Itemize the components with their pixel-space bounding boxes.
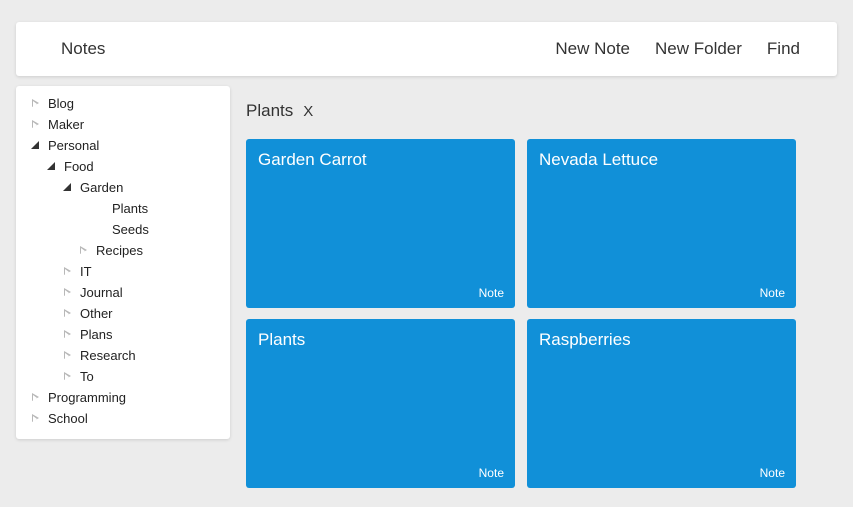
tree-item-label: Plans <box>75 324 113 345</box>
triangle-right-icon[interactable] <box>30 408 43 429</box>
tree-item-recipes[interactable]: Recipes <box>16 240 230 261</box>
tree-item-garden[interactable]: Garden <box>16 177 230 198</box>
tree-item-journal[interactable]: Journal <box>16 282 230 303</box>
tree-item-label: Personal <box>43 135 99 156</box>
app-title: Notes <box>61 22 105 76</box>
tree-item-school[interactable]: School <box>16 408 230 429</box>
tree-item-label: Plants <box>107 198 148 219</box>
triangle-right-icon[interactable] <box>62 303 75 324</box>
new-note-button[interactable]: New Note <box>555 22 630 76</box>
note-card-type-badge: Note <box>760 286 785 300</box>
triangle-right-icon[interactable] <box>62 345 75 366</box>
triangle-right-icon[interactable] <box>30 114 43 135</box>
triangle-right-icon[interactable] <box>62 324 75 345</box>
top-bar-actions: New Note New Folder Find <box>555 22 800 76</box>
note-card[interactable]: Nevada Lettuce Note <box>527 139 796 308</box>
note-card[interactable]: Garden Carrot Note <box>246 139 515 308</box>
triangle-right-icon[interactable] <box>62 282 75 303</box>
triangle-down-icon[interactable] <box>62 177 75 198</box>
tree-item-label: Garden <box>75 177 123 198</box>
new-folder-button[interactable]: New Folder <box>655 22 742 76</box>
triangle-right-icon[interactable] <box>62 261 75 282</box>
tree-item-label: Food <box>59 156 94 177</box>
tree-item-plants[interactable]: Plants <box>16 198 230 219</box>
note-card-type-badge: Note <box>760 466 785 480</box>
tree-item-label: To <box>75 366 94 387</box>
tree-spacer <box>94 219 107 240</box>
note-card[interactable]: Raspberries Note <box>527 319 796 488</box>
tree-item-label: Journal <box>75 282 123 303</box>
tree-item-other[interactable]: Other <box>16 303 230 324</box>
tree-item-label: Other <box>75 303 113 324</box>
folder-tree-panel: BlogMakerPersonalFoodGardenPlantsSeedsRe… <box>16 86 230 439</box>
tree-item-label: IT <box>75 261 92 282</box>
tree-spacer <box>94 198 107 219</box>
tree-item-label: Blog <box>43 93 74 114</box>
triangle-right-icon[interactable] <box>30 387 43 408</box>
find-button[interactable]: Find <box>767 22 800 76</box>
note-card-title: Nevada Lettuce <box>539 150 658 170</box>
triangle-down-icon[interactable] <box>46 156 59 177</box>
tree-item-plans[interactable]: Plans <box>16 324 230 345</box>
breadcrumb: Plants X <box>246 100 313 122</box>
note-card-type-badge: Note <box>479 466 504 480</box>
tree-item-label: School <box>43 408 88 429</box>
tree-item-maker[interactable]: Maker <box>16 114 230 135</box>
tree-item-seeds[interactable]: Seeds <box>16 219 230 240</box>
triangle-right-icon[interactable] <box>30 93 43 114</box>
note-card-title: Garden Carrot <box>258 150 367 170</box>
tree-item-food[interactable]: Food <box>16 156 230 177</box>
triangle-down-icon[interactable] <box>30 135 43 156</box>
tree-item-it[interactable]: IT <box>16 261 230 282</box>
close-icon[interactable]: X <box>303 101 313 123</box>
tree-item-personal[interactable]: Personal <box>16 135 230 156</box>
tree-item-blog[interactable]: Blog <box>16 93 230 114</box>
tree-item-to[interactable]: To <box>16 366 230 387</box>
tree-item-label: Maker <box>43 114 84 135</box>
tree-item-research[interactable]: Research <box>16 345 230 366</box>
top-bar: Notes New Note New Folder Find <box>16 22 837 76</box>
note-card-grid: Garden CarrotNoteNevada LettuceNotePlant… <box>246 139 796 488</box>
tree-item-label: Programming <box>43 387 126 408</box>
tree-item-label: Research <box>75 345 136 366</box>
content-area: Plants X Garden CarrotNoteNevada Lettuce… <box>246 86 853 507</box>
tree-item-label: Recipes <box>91 240 143 261</box>
note-card-type-badge: Note <box>479 286 504 300</box>
tree-item-label: Seeds <box>107 219 149 240</box>
breadcrumb-current-folder: Plants <box>246 100 293 122</box>
triangle-right-icon[interactable] <box>62 366 75 387</box>
note-card-title: Plants <box>258 330 305 350</box>
note-card[interactable]: Plants Note <box>246 319 515 488</box>
triangle-right-icon[interactable] <box>78 240 91 261</box>
note-card-title: Raspberries <box>539 330 631 350</box>
tree-item-programming[interactable]: Programming <box>16 387 230 408</box>
